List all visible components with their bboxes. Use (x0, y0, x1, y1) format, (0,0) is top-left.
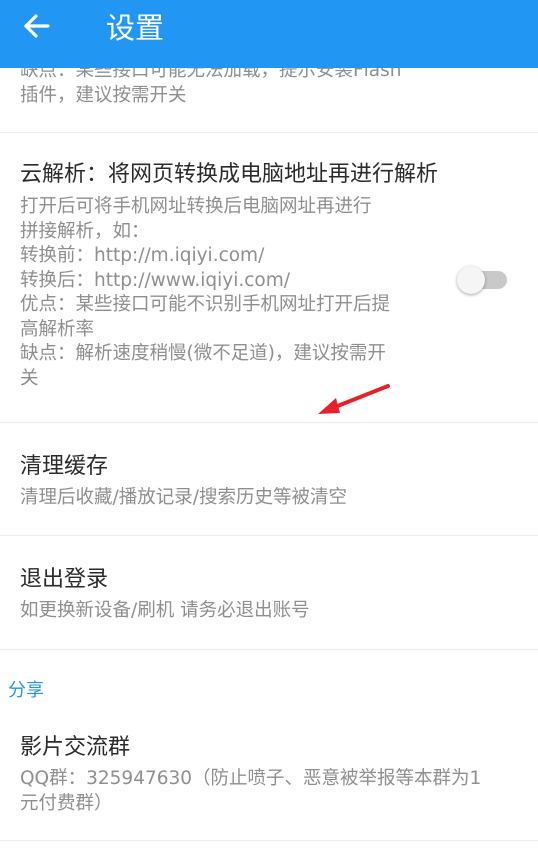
movie-group-desc-line: 元付费群） (20, 792, 113, 814)
logout-title: 退出登录 (20, 567, 109, 592)
cloud-parse-desc: 打开后可将手机网址转换后电脑网址再进行 拼接解析，如： 转换前：http://m… (20, 195, 450, 391)
logout-desc: 如更换新设备/刷机 请务必退出账号 (20, 600, 310, 621)
switch-thumb (457, 266, 485, 294)
cloud-parse-desc-line: 拼接解析，如： (20, 220, 150, 242)
divider (0, 649, 538, 650)
cloud-parse-desc-line: 高解析率 (20, 318, 95, 340)
cloud-parse-desc-line: 优点：某些接口可能不识别手机网址打开后提 (20, 294, 391, 315)
cloud-parse-switch[interactable] (457, 266, 507, 294)
cloud-parse-desc-line: 转换后：http://www.iqiyi.com/ (20, 269, 290, 291)
page-title: 设置 (106, 11, 165, 45)
movie-group-desc: QQ群：325947630（防止喷子、恶意被举报等本群为1 元付费群） (20, 767, 535, 816)
divider (0, 132, 538, 133)
arrow-left-icon (24, 14, 50, 38)
divider (0, 840, 538, 841)
cloud-parse-title: 云解析：将网页转换成电脑地址再进行解析 (20, 162, 439, 187)
settings-list: 缺点：某些接口可能无法加载，提示安装Flash 插件，建议按需开关 云解析：将网… (0, 0, 538, 856)
divider (0, 535, 538, 536)
divider (0, 422, 538, 423)
clear-cache-desc: 清理后收藏/播放记录/搜索历史等被清空 (20, 487, 347, 508)
movie-group-title: 影片交流群 (20, 735, 131, 760)
back-button[interactable] (20, 8, 60, 44)
movie-group-desc-line: QQ群：325947630（防止喷子、恶意被举报等本群为1 (20, 768, 482, 789)
red-arrow-annotation (318, 384, 390, 414)
app-bar: 设置 (0, 0, 538, 68)
flash-desc-line: 插件，建议按需开关 (20, 85, 187, 106)
share-section-label: 分享 (8, 680, 44, 701)
cloud-parse-desc-line: 打开后可将手机网址转换后电脑网址再进行 (20, 196, 372, 217)
clear-cache-title: 清理缓存 (20, 454, 109, 479)
cloud-parse-desc-line: 缺点：解析速度稍慢(微不足道)，建议按需开 (20, 343, 386, 364)
cloud-parse-desc-line: 转换前：http://m.iqiyi.com/ (20, 245, 265, 266)
